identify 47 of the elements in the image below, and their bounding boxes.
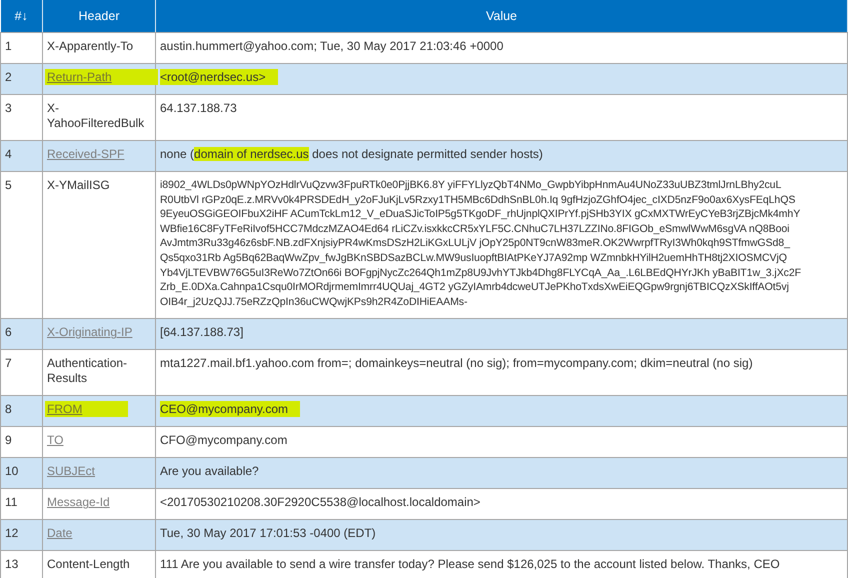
value-line: R0UtbVl rGPz0qE.z.MRVv0k4PRSDEdH_y2oFJuKjLv5Rzxy1TH5MBc6DdhSnBL0h.Iq 9gfHzjoZGhfO4jec_cIXD5nzF9o0ax6XysFEqLhQS [160,192,796,208]
column-header[interactable]: Value [156,0,848,32]
row-number: 7 [5,356,12,370]
value-line: Qs5qxo31Rb Ag5Bq62BaqWwZpv_fwJgBKnSBDSazBCLw.MW9usIuopftBIAtPKeYJ7A92mp WZmnbkHYilH2uemHhTH8tj2XIOSMCVjQ [160,250,788,266]
header-value: 111 Are you available to send a wire transfer today? Please send $126,025 to the account listed below. Thanks, CEO [160,557,780,572]
header-value: 64.137.188.73 [160,101,237,115]
value-line: WBfie16C8FyTFeRiIvof5HCC7MdczMZAO4Ed64 rLiCZv.isxkkcCR5xYLF5C.CNhuC7LH37LZZINo.8FIGOb_eSmwlWwM6sgVA nQ8Booi [160,222,790,236]
header-value: austin.hummert@yahoo.com; Tue, 30 May 2017 21:03:46 +0000 [160,39,504,53]
header-name-link[interactable]: TO [47,433,64,448]
header-value: <root@nerdsec.us> [160,69,278,85]
row-number: 13 [5,557,18,572]
header-name-link[interactable]: Return-Path [45,69,158,85]
header-value: <20170530210208.30F2920C5538@localhost.localdomain> [160,495,480,510]
header-name-link[interactable]: Date [47,526,72,540]
row-number: 4 [5,147,12,161]
value-line: AvJmtm3Ru33g46z6sbF.NB.zdFXnjsiyPR4wKmsDSzH2LiKGxLULjV jOpY25p0NT9cnW83meR.OK2WwrpfTRyI3Wh0kqh9STfmwGSd8_ [160,236,792,251]
value-line: Yb4VjLTEVBW76G5uI3ReWo7ZtOn66i BOFgpjNycZc264Qh1mZp8U9JvhYTJkb4Dhg8FLYCqA_Aa_.L6LBEdQHYrJKh yBaBIT1w_3.jXc2F [160,266,802,280]
header-value: CEO@mycompany.com [160,401,300,418]
header-name: Content-Length [47,557,130,572]
row-number: 3 [5,101,12,115]
header-name-link[interactable]: FROM [45,401,128,418]
value-line: i8902_4WLDs0pWNpYOzHdlrVuQzvw3FpuRTk0e0PjjBK6.8Y yiFFYLlyzQbT4NMo_GwpbYibpHnmAu4UNoZ33uUBZ3tmlJrnLBhy2cuL [160,178,782,193]
row-number: 10 [5,464,18,478]
row-number: 11 [5,495,18,510]
row-number: 2 [5,70,12,84]
row-number: 9 [5,433,12,448]
value-line: Zrb_E.0DXa.Cahnpa1Csqu0IrMORdjrmemImrr4UQUaj_4GT2 yGZyIAmrb4dcweUTJePKhoTxdsXwEiEQGpw9rgnj6TBICQzXSkIffAOt5vj [160,280,790,295]
header-value: [64.137.188.73] [160,325,244,340]
value-line: OIB4r_j2UzQJJ.75eRZzQpIn36uCWQwjKPs9h2R4ZoDIHiEAAMs- [160,294,468,310]
header-value: none (domain of nerdsec.us does not designate permitted sender hosts) [160,147,543,161]
header-name: Authentication-Results [47,356,128,386]
header-value: CFO@mycompany.com [160,433,288,448]
header-value: mta1227.mail.bf1.yahoo.com from=; domainkeys=neutral (no sig); from=mycompany.com; dkim=neutral (no sig) [160,356,753,370]
row-number: 12 [5,526,18,540]
header-value: Tue, 30 May 2017 17:01:53 -0400 (EDT) [160,526,376,540]
header-name: X-Apparently-To [47,39,134,53]
row-number: 5 [5,178,12,192]
row-number: 8 [5,402,12,416]
header-name: X-YMailISG [47,178,110,192]
row-number: 1 [5,39,12,53]
header-name-link[interactable]: SUBJEct [47,464,96,478]
value-line: 9EyeuOSGiGEOIFbuX2iHF ACumTckLm12_V_eDuaSJicToIP5g5TKgoDF_rhUjnplQXIPrYf.pjSHb3YIX gCxMXTWrEyCYeB3rjZBjcMk4mhY [160,207,802,222]
header-value: Are you available? [160,464,259,478]
header-name: X-YahooFilteredBulk [47,101,144,130]
column-header[interactable]: Header [42,0,156,32]
column-header[interactable]: #↓ [0,0,42,32]
row-number: 6 [5,325,12,340]
